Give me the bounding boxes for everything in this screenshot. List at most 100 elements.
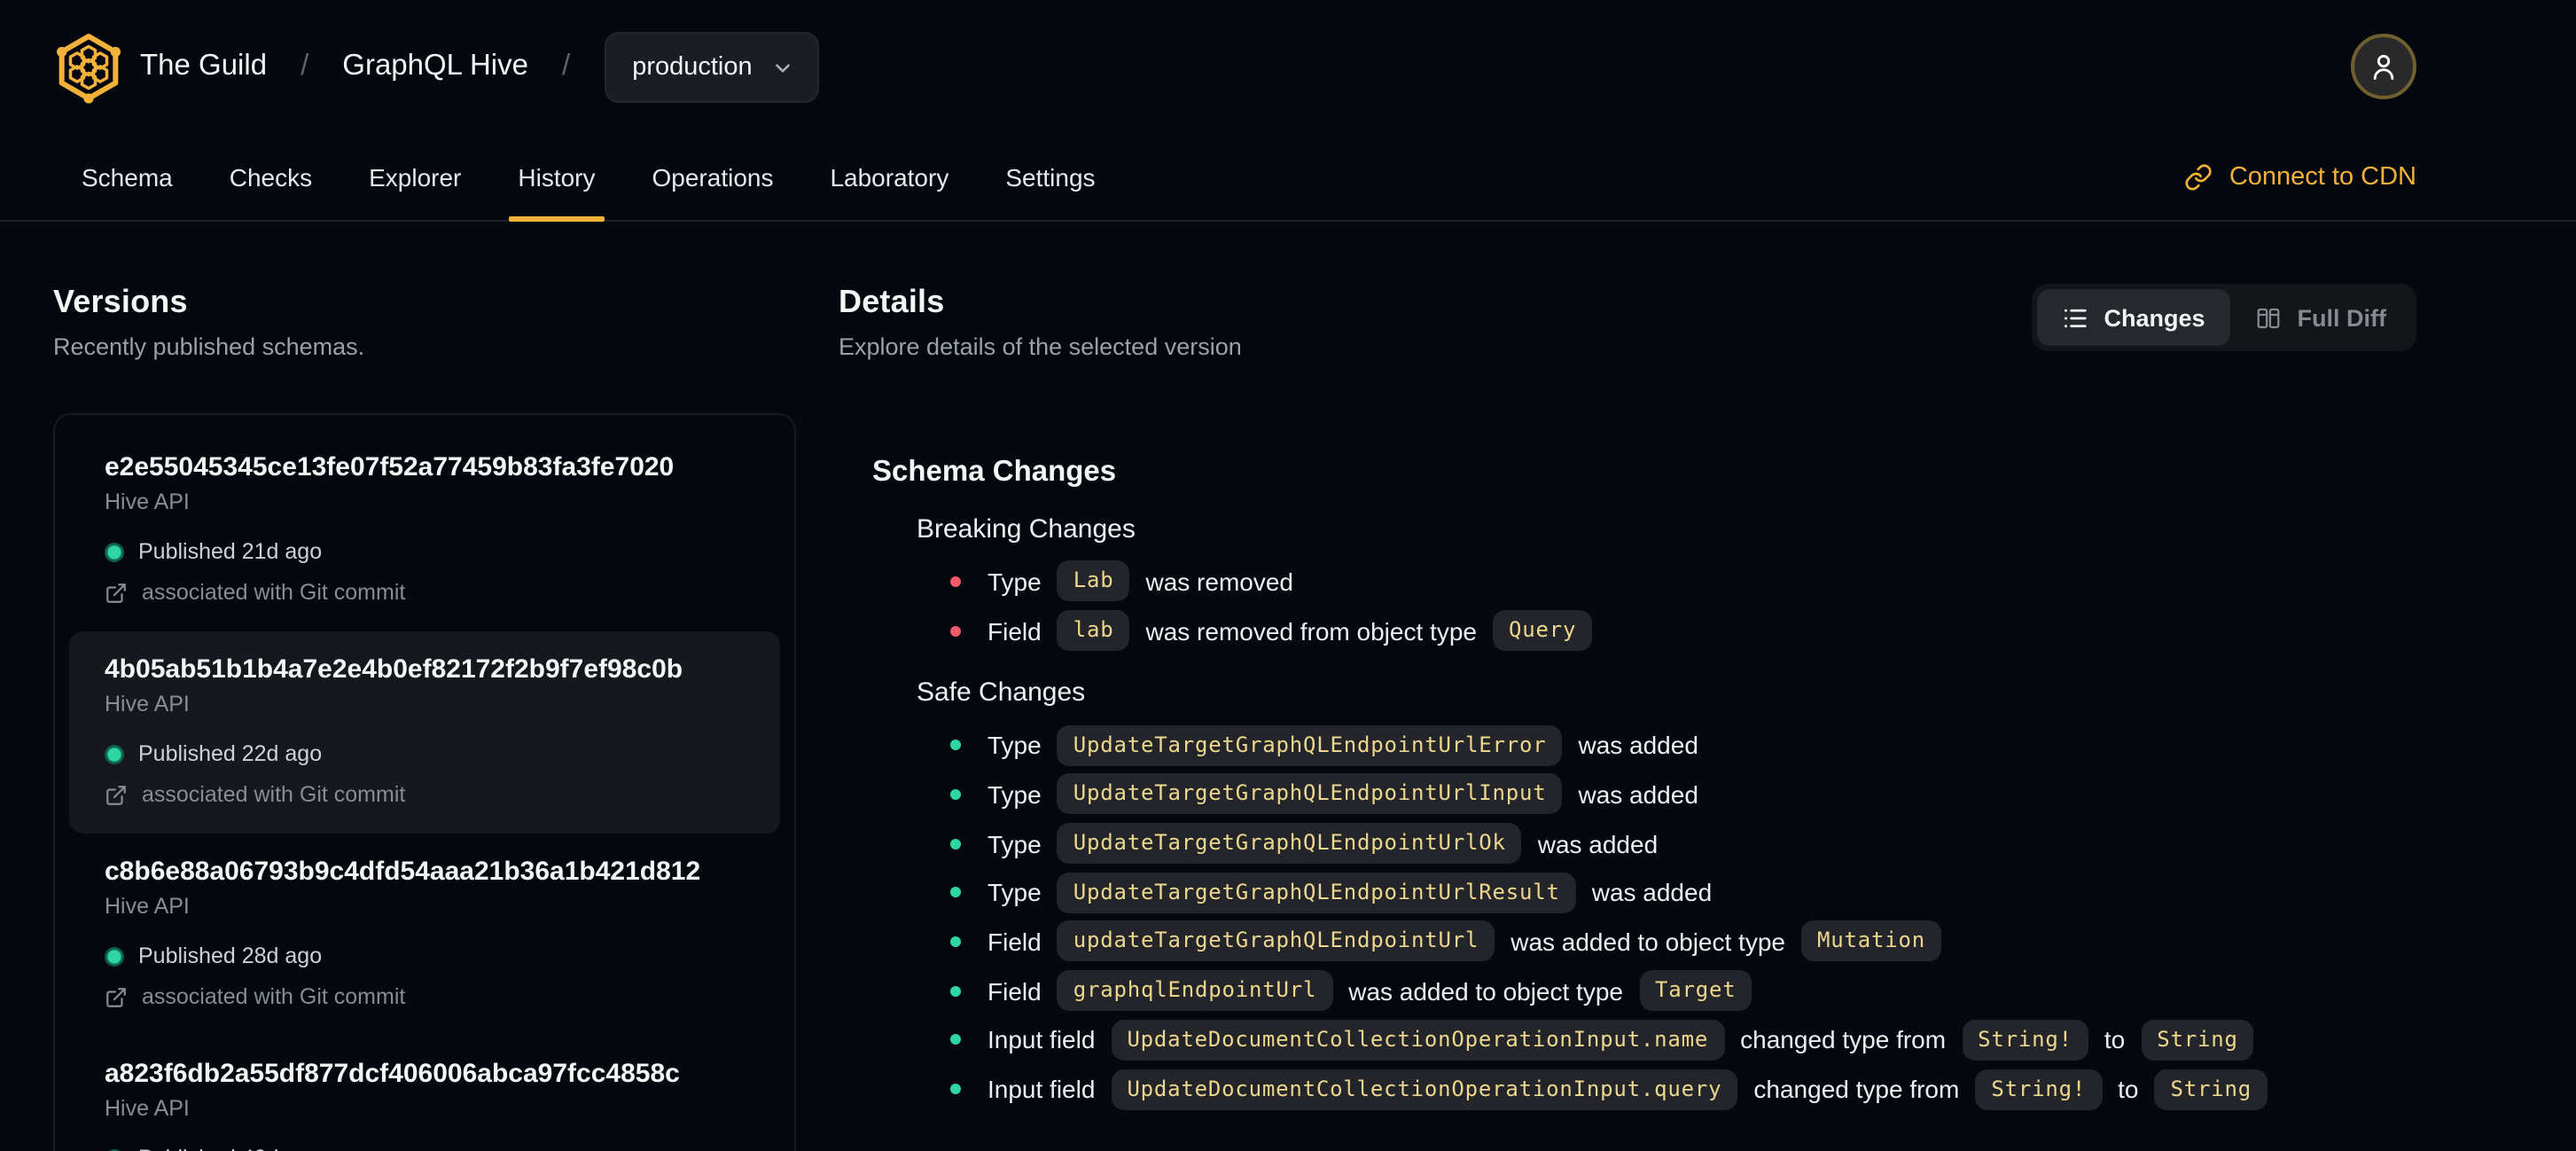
breaking-bullet-icon — [950, 625, 961, 637]
code-badge: Target — [1639, 970, 1752, 1012]
change-text: changed type from — [1753, 1075, 1960, 1104]
git-commit-link[interactable]: associated with Git commit — [105, 580, 745, 607]
toggle-label: Changes — [2104, 304, 2205, 331]
version-published: Published 28d ago — [105, 944, 745, 970]
change-text: Input field — [987, 1075, 1096, 1104]
tab-label: History — [518, 162, 596, 191]
version-published: Published 21d ago — [105, 539, 745, 566]
code-badge: String — [2141, 1019, 2254, 1061]
version-hash: c8b6e88a06793b9c4dfd54aaa21b36a1b421d812 — [105, 857, 701, 887]
list-icon — [2061, 304, 2088, 331]
safe-bullet-icon — [950, 740, 961, 751]
breaking-bullet-icon — [950, 576, 961, 587]
tab-settings[interactable]: Settings — [977, 133, 1123, 220]
version-card[interactable]: a823f6db2a55df877dcf406006abca97fcc4858c… — [69, 1036, 780, 1151]
safe-bullet-icon — [950, 887, 961, 898]
change-text: changed type from — [1740, 1025, 1947, 1054]
change-text: Type — [987, 779, 1042, 809]
code-badge: Query — [1492, 610, 1593, 652]
change-row: Input field UpdateDocumentCollectionOpera… — [950, 1064, 2416, 1113]
breadcrumb-org[interactable]: The Guild — [140, 50, 267, 83]
change-text: Type — [987, 829, 1042, 858]
toggle-label: Full Diff — [2297, 304, 2387, 331]
version-card[interactable]: 4b05ab51b1b4a7e2e4b0ef82172f2b9f7ef98c0b… — [69, 631, 780, 834]
version-card[interactable]: c8b6e88a06793b9c4dfd54aaa21b36a1b421d812… — [69, 834, 780, 1036]
safe-bullet-icon — [950, 985, 961, 997]
change-text: Field — [987, 927, 1042, 956]
external-link-icon — [105, 986, 128, 1009]
change-text: Type — [987, 731, 1042, 760]
code-badge: lab — [1057, 610, 1130, 652]
external-link-icon — [105, 784, 128, 807]
full-diff-view-button[interactable]: Full Diff — [2230, 289, 2412, 346]
code-badge: String! — [1962, 1019, 2088, 1061]
code-badge: UpdateDocumentCollectionOperationInput.n… — [1111, 1019, 1725, 1061]
breadcrumb-project[interactable]: GraphQL Hive — [342, 50, 528, 83]
versions-subtitle: Recently published schemas. — [53, 333, 365, 360]
change-text: was removed — [1145, 567, 1293, 596]
published-label: Published 28d ago — [138, 944, 323, 968]
tab-explorer[interactable]: Explorer — [340, 133, 489, 220]
code-badge: updateTargetGraphQLEndpointUrl — [1057, 920, 1495, 962]
change-text: to — [2104, 1025, 2126, 1054]
connect-to-cdn-link[interactable]: Connect to CDN — [2185, 162, 2416, 191]
details-panel: Details Explore details of the selected … — [796, 222, 2416, 1114]
published-dot — [105, 947, 124, 967]
git-commit-label: associated with Git commit — [142, 782, 406, 807]
target-selector[interactable]: production — [604, 31, 820, 102]
change-row: Field graphqlEndpointUrl was added to obje… — [950, 967, 2416, 1015]
versions-title: Versions — [53, 284, 188, 319]
code-badge: String — [2154, 1069, 2268, 1110]
published-dot — [105, 745, 124, 764]
safe-bullet-icon — [950, 1034, 961, 1045]
main-content: Versions Recently published schemas. e2e… — [0, 222, 2576, 1151]
tab-bar: Schema Checks Explorer History Operations Lab… — [0, 133, 2576, 222]
safe-bullet-icon — [950, 788, 961, 800]
tab-laboratory[interactable]: Laboratory — [801, 133, 977, 220]
view-toggle: Changes Full Diff — [2031, 284, 2416, 351]
chevron-down-icon — [772, 57, 795, 80]
change-text: Type — [987, 878, 1042, 907]
git-commit-label: associated with Git commit — [142, 984, 406, 1009]
changes-view-button[interactable]: Changes — [2036, 289, 2230, 346]
published-label: Published 40d ago — [138, 1146, 322, 1151]
hive-logo[interactable] — [53, 26, 124, 107]
code-badge: Lab — [1057, 560, 1130, 602]
tab-schema[interactable]: Schema — [53, 133, 201, 220]
breadcrumb-separator: / — [301, 50, 309, 82]
change-text: was removed from object type — [1145, 616, 1477, 646]
version-published: Published 40d ago — [105, 1146, 745, 1151]
tab-list: Schema Checks Explorer History Operations Lab… — [53, 133, 1124, 222]
versions-panel: Versions Recently published schemas. e2e… — [53, 222, 796, 1151]
change-text: was added to object type — [1510, 927, 1785, 956]
tab-checks[interactable]: Checks — [201, 133, 340, 220]
code-badge: UpdateTargetGraphQLEndpointUrlResult — [1057, 872, 1576, 913]
breaking-changes-list: Type Lab was removed Field lab was removed fr… — [839, 557, 2416, 655]
change-text: to — [2118, 1075, 2139, 1104]
version-service: Hive API — [105, 1096, 190, 1121]
user-menu-button[interactable] — [2351, 34, 2416, 99]
link-icon — [2185, 162, 2213, 191]
version-service: Hive API — [105, 692, 190, 716]
safe-bullet-icon — [950, 838, 961, 850]
safe-changes-title: Safe Changes — [917, 677, 1086, 709]
change-text: was added to object type — [1348, 976, 1623, 1006]
change-row: Type UpdateTargetGraphQLEndpointUrlResult… — [950, 868, 2416, 917]
tab-history[interactable]: History — [489, 133, 623, 222]
change-text: Field — [987, 976, 1042, 1006]
version-list: e2e55045345ce13fe07f52a77459b83fa3fe7020… — [53, 413, 796, 1151]
change-row: Field lab was removed from object type Quer… — [950, 606, 2416, 654]
git-commit-link[interactable]: associated with Git commit — [105, 782, 745, 809]
breadcrumb: The Guild / GraphQL Hive / production — [140, 31, 820, 102]
details-heading-group: Details Explore details of the selected … — [839, 222, 1242, 360]
version-published: Published 22d ago — [105, 741, 745, 768]
git-commit-label: associated with Git commit — [142, 580, 406, 605]
schema-changes-sections: Breaking Changes Type Lab was removed Field l… — [839, 514, 2416, 1114]
version-card[interactable]: e2e55045345ce13fe07f52a77459b83fa3fe7020… — [69, 429, 780, 631]
safe-changes-list: Type UpdateTargetGraphQLEndpointUrlError w… — [839, 721, 2416, 1114]
safe-bullet-icon — [950, 1084, 961, 1095]
git-commit-link[interactable]: associated with Git commit — [105, 984, 745, 1011]
connect-to-cdn-label: Connect to CDN — [2229, 162, 2416, 191]
change-row: Type Lab was removed — [950, 557, 2416, 606]
tab-operations[interactable]: Operations — [624, 133, 802, 220]
